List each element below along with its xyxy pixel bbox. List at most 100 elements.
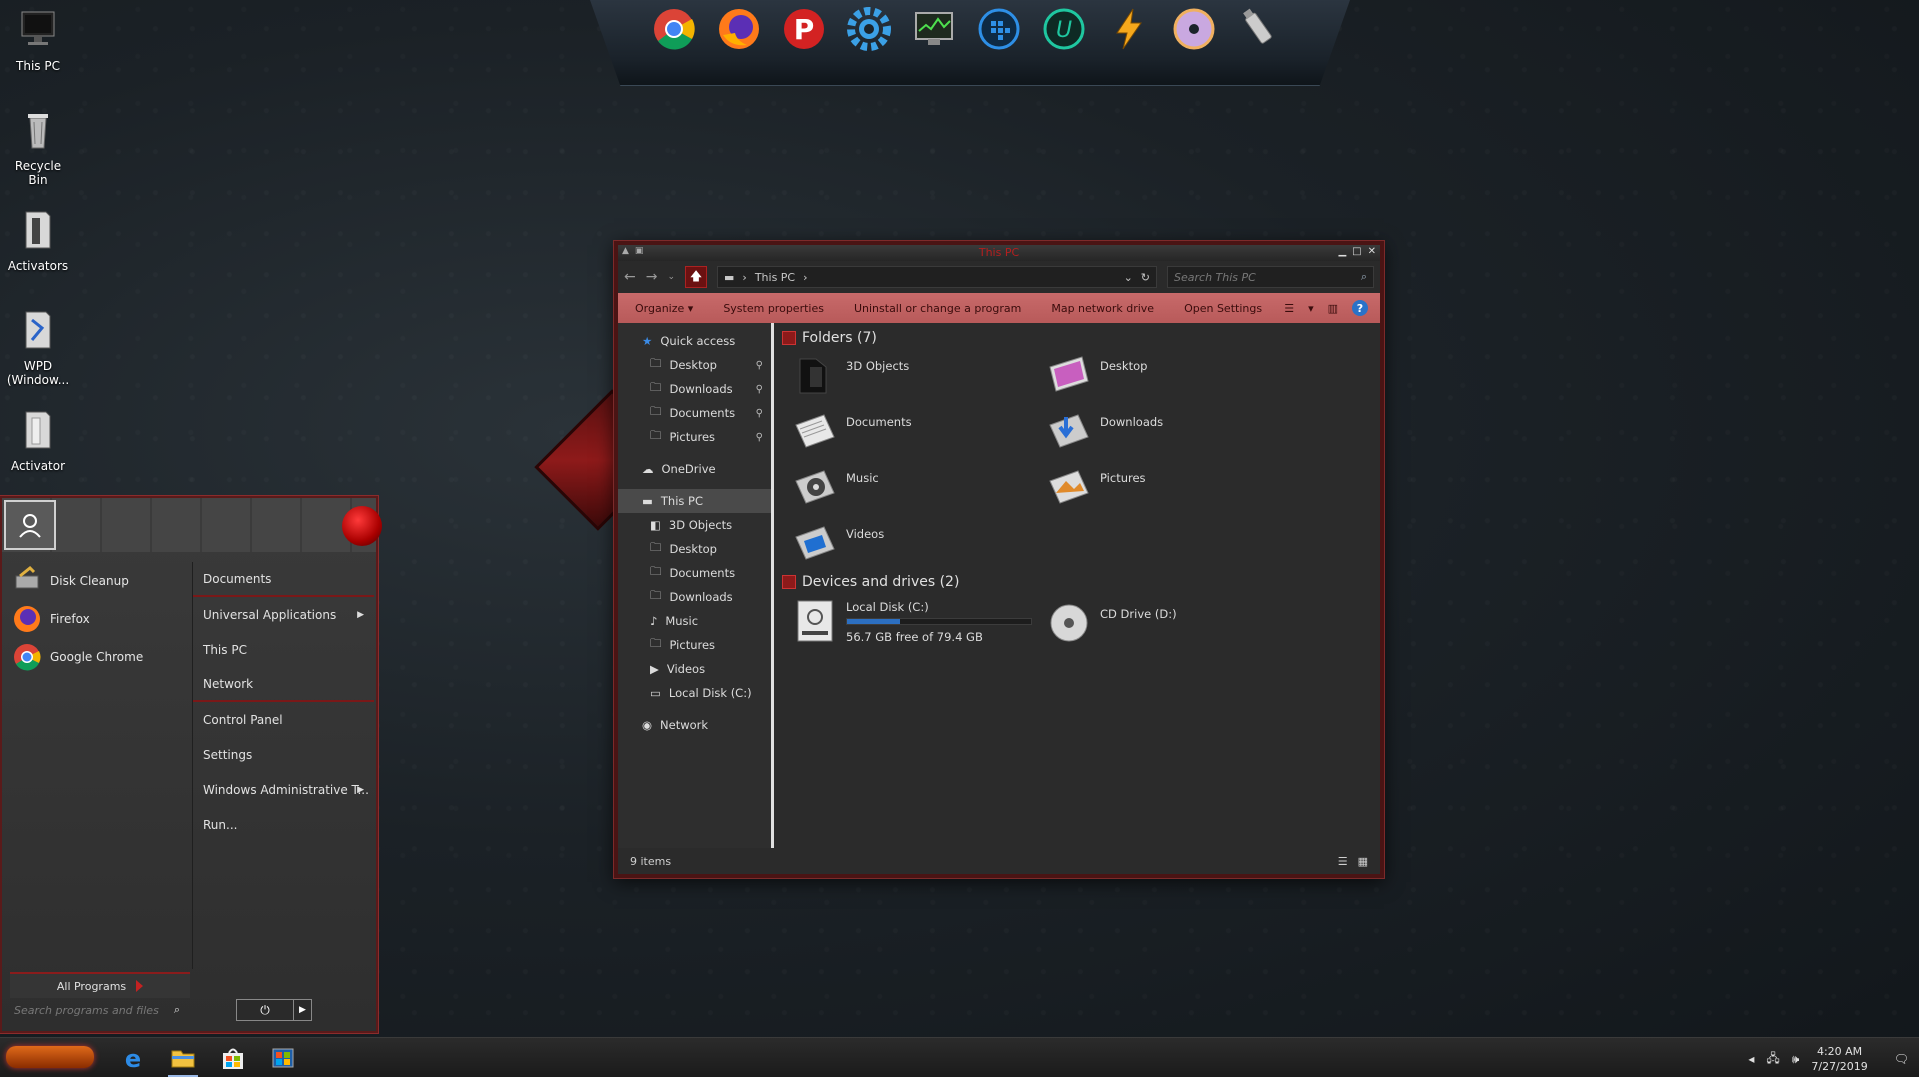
search-icon[interactable]: ⌕ [174, 1003, 180, 1017]
search-input[interactable]: Search This PC ⌕ [1167, 266, 1374, 288]
nav-onedrive[interactable]: ☁ OneDrive [618, 457, 771, 481]
back-icon[interactable]: ← [624, 269, 636, 285]
start-link-admin-tools[interactable]: Windows Administrative T... ▶ [193, 772, 374, 807]
nav-pc-music[interactable]: ♪ Music [618, 609, 771, 633]
desktop-icon-recycle-bin[interactable]: Recycle Bin [4, 108, 72, 187]
start-link-this-pc[interactable]: This PC [193, 632, 374, 667]
folder-documents[interactable]: Documents [792, 409, 1046, 453]
nav-quick-pictures[interactable]: 🗀 Pictures ⚲ [618, 425, 771, 449]
maximize-icon[interactable]: □ [1352, 246, 1361, 257]
map-network-drive-button[interactable]: Map network drive [1036, 302, 1169, 315]
desktop-icon-activator[interactable]: Activator [4, 408, 72, 473]
p-app-icon[interactable]: P [780, 4, 828, 54]
nav-pc-pictures[interactable]: 🗀 Pictures [618, 633, 771, 657]
pin-icon: ⚲ [755, 359, 763, 371]
action-center-icon[interactable]: 🗨 [1894, 1052, 1909, 1066]
start-link-control-panel[interactable]: Control Panel [193, 702, 374, 737]
chrome-icon[interactable] [650, 4, 698, 54]
start-button[interactable] [6, 1046, 94, 1068]
nav-pc-desktop[interactable]: 🗀 Desktop [618, 537, 771, 561]
desktop-icon-activators[interactable]: Activators [4, 208, 72, 273]
firefox-icon[interactable] [715, 4, 763, 54]
forward-icon[interactable]: → [646, 269, 658, 285]
nav-pc-downloads[interactable]: 🗀 Downloads [618, 585, 771, 609]
start-link-universal-apps[interactable]: Universal Applications ▶ [193, 597, 374, 632]
refresh-icon[interactable]: ↻ [1141, 271, 1150, 284]
address-field[interactable]: ▬ › This PC › ⌄ ↻ [717, 266, 1158, 288]
program-disk-cleanup[interactable]: Disk Cleanup [8, 562, 192, 600]
up-arrow-icon[interactable]: 🡅 [685, 266, 708, 288]
minimize-icon[interactable]: ▁ [1338, 246, 1346, 257]
nav-quick-downloads[interactable]: 🗀 Downloads ⚲ [618, 377, 771, 401]
details-view-icon[interactable]: ☰ [1338, 855, 1348, 868]
nav-quick-documents[interactable]: 🗀 Documents ⚲ [618, 401, 771, 425]
window-title: This PC [978, 246, 1020, 259]
start-search-input[interactable]: Search programs and files ⌕ [8, 998, 186, 1022]
power-icon[interactable]: ⏻ [237, 1000, 293, 1020]
network-icon[interactable]: 🖧 [1766, 1049, 1779, 1070]
close-icon[interactable]: ✕ [1368, 246, 1376, 257]
uninstall-program-button[interactable]: Uninstall or change a program [839, 302, 1036, 315]
collapse-icon[interactable] [782, 575, 796, 589]
organize-button[interactable]: Organize ▾ [630, 302, 708, 315]
title-bar[interactable]: ▲ ▣ This PC ▁ □ ✕ [618, 245, 1380, 261]
preview-pane-icon[interactable]: ▥ [1328, 302, 1338, 315]
nav-quick-desktop[interactable]: 🗀 Desktop ⚲ [618, 353, 771, 377]
folder-desktop[interactable]: Desktop [1046, 353, 1300, 397]
nav-quick-access[interactable]: ★ Quick access [618, 329, 771, 353]
tiles-view-icon[interactable]: ▦ [1358, 855, 1368, 868]
show-hidden-icons-icon[interactable]: ◂ [1748, 1052, 1754, 1066]
nav-pc-documents[interactable]: 🗀 Documents [618, 561, 771, 585]
breadcrumb-this-pc[interactable]: This PC [755, 271, 795, 284]
folder-pictures[interactable]: Pictures [1046, 465, 1300, 509]
desktop-icon-wpd[interactable]: WPD (Window... [4, 308, 72, 387]
search-icon[interactable]: ⌕ [1361, 270, 1367, 284]
store-icon[interactable] [216, 1042, 250, 1074]
drive-cd-d[interactable]: CD Drive (D:) [1046, 597, 1300, 647]
folder-downloads[interactable]: Downloads [1046, 409, 1300, 453]
folders-group-header[interactable]: Folders (7) [782, 327, 1372, 349]
system-properties-button[interactable]: System properties [708, 302, 839, 315]
nav-this-pc[interactable]: ▬ This PC [618, 489, 771, 513]
lightning-app-icon[interactable] [1105, 4, 1153, 54]
nav-pc-3d-objects[interactable]: ◧ 3D Objects [618, 513, 771, 537]
drive-local-disk-c[interactable]: Local Disk (C:) 56.7 GB free of 79.4 GB [792, 597, 1046, 647]
clock[interactable]: 4:20 AM 7/27/2019 [1811, 1044, 1867, 1074]
nav-pc-videos[interactable]: ▶ Videos [618, 657, 771, 681]
program-google-chrome[interactable]: Google Chrome [8, 638, 192, 676]
folder-music[interactable]: Music [792, 465, 1046, 509]
settings-gear-icon[interactable] [845, 4, 893, 54]
chevron-down-icon[interactable]: ▾ [1308, 302, 1314, 315]
file-explorer-icon[interactable] [166, 1042, 200, 1077]
u-app-icon[interactable]: U [1040, 4, 1088, 54]
power-options-arrow-icon[interactable]: ▶ [293, 1000, 311, 1020]
volume-icon[interactable]: 🕪 [1792, 1052, 1800, 1067]
system-tray: ◂ 🖧 🕪 4:20 AM 7/27/2019 🗨 [1748, 1044, 1909, 1074]
start-link-documents[interactable]: Documents [193, 562, 374, 597]
windows-app-icon[interactable] [266, 1042, 300, 1074]
grid-app-icon[interactable] [975, 4, 1023, 54]
open-settings-button[interactable]: Open Settings [1169, 302, 1277, 315]
folder-3d-objects[interactable]: 3D Objects [792, 353, 1046, 397]
dvd-icon[interactable] [1170, 4, 1218, 54]
view-options-icon[interactable]: ☰ [1284, 302, 1294, 315]
usb-drive-icon[interactable] [1235, 4, 1283, 54]
folder-videos[interactable]: Videos [792, 521, 1046, 565]
avatar[interactable] [4, 500, 56, 550]
breadcrumb-chevron-icon[interactable]: › [803, 271, 807, 284]
start-link-run[interactable]: Run... [193, 807, 374, 842]
help-icon[interactable]: ? [1352, 300, 1368, 316]
address-dropdown-icon[interactable]: ⌄ [1124, 271, 1133, 284]
recent-locations-icon[interactable]: ⌄ [667, 272, 675, 282]
system-monitor-icon[interactable] [910, 4, 958, 54]
desktop-icon-this-pc[interactable]: This PC [4, 8, 72, 73]
start-link-settings[interactable]: Settings [193, 737, 374, 772]
nav-pc-local-disk[interactable]: ▭ Local Disk (C:) [618, 681, 771, 705]
nav-network[interactable]: ◉ Network [618, 713, 771, 737]
collapse-icon[interactable] [782, 331, 796, 345]
nav-label: Documents [669, 566, 736, 580]
start-link-network[interactable]: Network [193, 667, 374, 702]
devices-group-header[interactable]: Devices and drives (2) [782, 571, 1372, 593]
edge-icon[interactable]: e [116, 1042, 150, 1074]
program-firefox[interactable]: Firefox [8, 600, 192, 638]
